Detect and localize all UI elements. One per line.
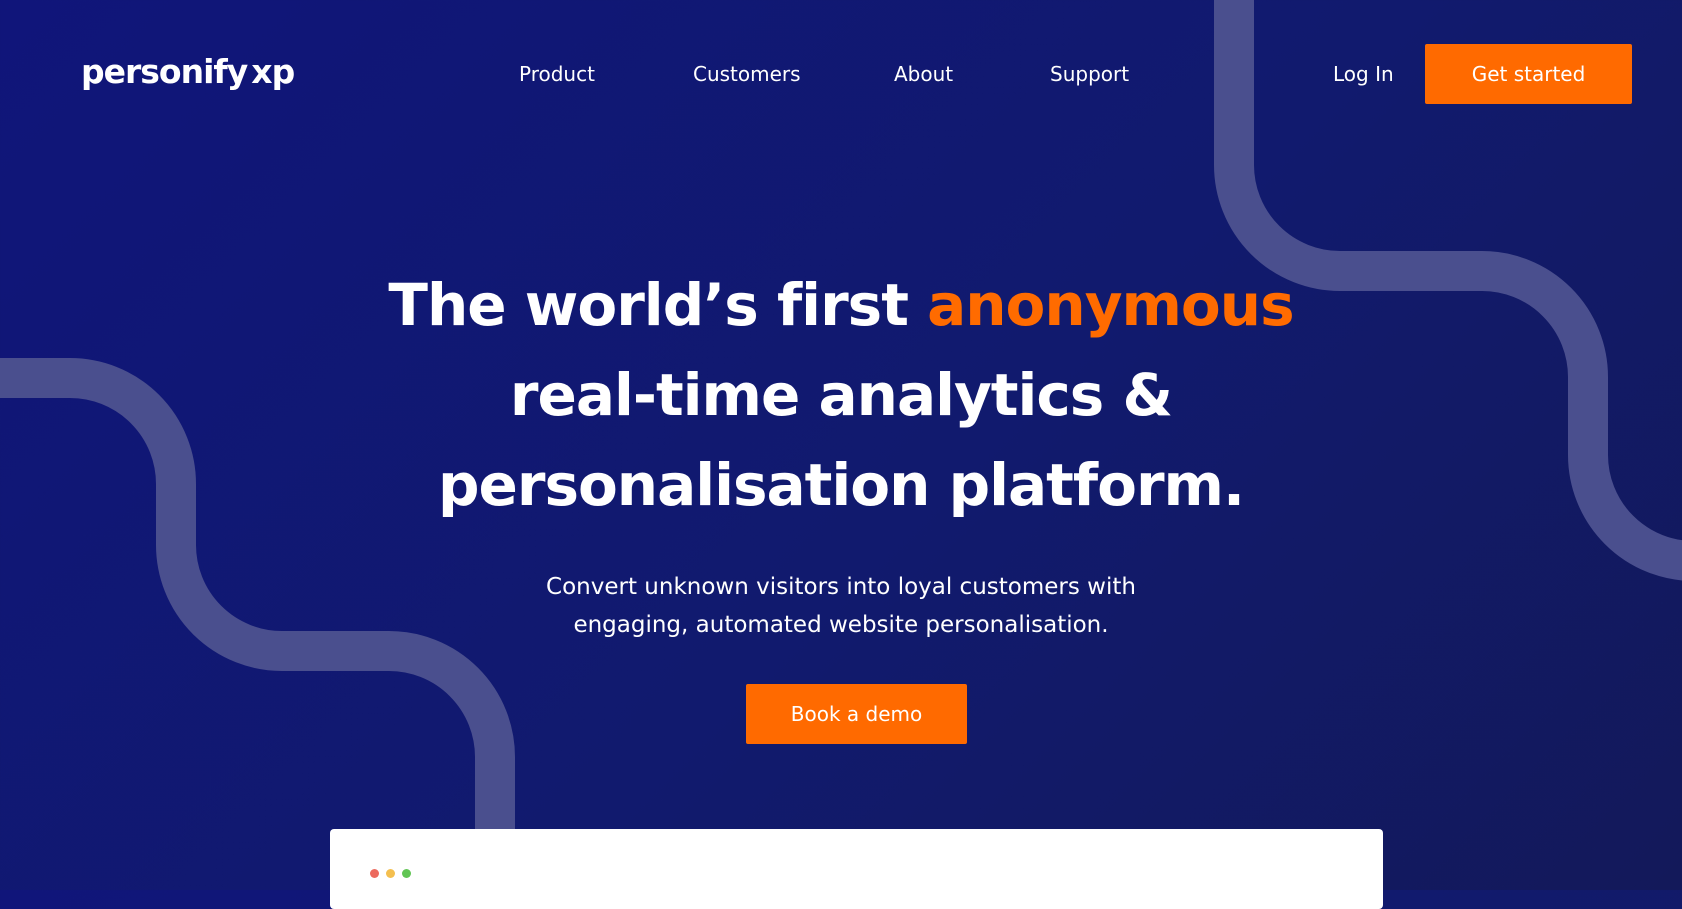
window-minimize-dot (386, 869, 395, 878)
product-preview-window (330, 829, 1383, 909)
nav-about[interactable]: About (894, 60, 953, 88)
logo-p: p (271, 52, 296, 91)
window-maximize-dot (402, 869, 411, 878)
hero-subtitle-line2: engaging, automated website personalisat… (573, 612, 1109, 638)
site-header: personify xp Product Customers About Supp… (0, 0, 1682, 148)
nav-support[interactable]: Support (1050, 60, 1129, 88)
personify-xp-logo[interactable]: personify xp (81, 52, 296, 92)
nav-product[interactable]: Product (519, 60, 595, 88)
hero-subtitle-line1: Convert unknown visitors into loyal cust… (546, 574, 1136, 600)
logo-x: x (251, 52, 272, 91)
hero-subtitle: Convert unknown visitors into loyal cust… (441, 568, 1241, 644)
book-demo-button[interactable]: Book a demo (746, 684, 967, 744)
nav-customers[interactable]: Customers (693, 60, 801, 88)
logo-wordmark: personify (81, 52, 248, 91)
hero-title: The world’s first anonymous real-time an… (341, 260, 1341, 530)
hero-title-highlight: anonymous (927, 271, 1294, 339)
get-started-button[interactable]: Get started (1425, 44, 1632, 104)
hero-title-line2: real-time analytics & (509, 361, 1173, 429)
logo-xp-mark: xp (251, 52, 296, 91)
login-link[interactable]: Log In (1333, 60, 1394, 88)
hero-title-part1: The world’s first (388, 271, 928, 339)
window-close-dot (370, 869, 379, 878)
hero-title-line3: personalisation platform. (437, 451, 1245, 519)
